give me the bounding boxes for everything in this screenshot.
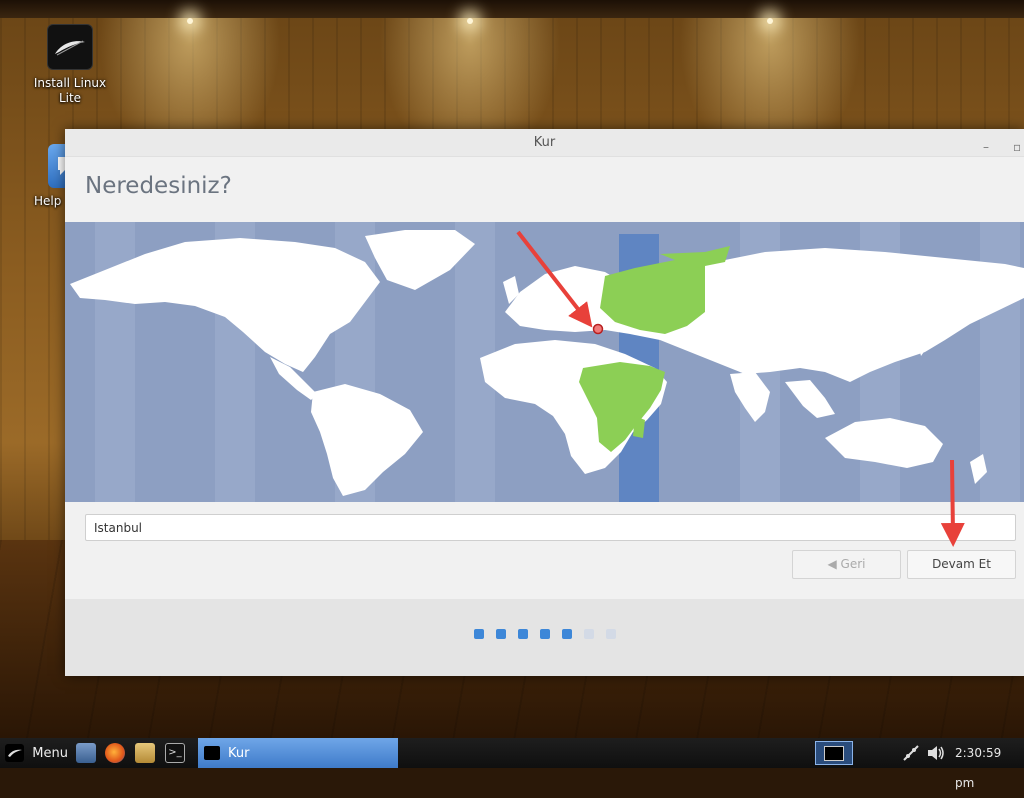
file-manager-icon[interactable]	[76, 743, 96, 763]
feather-logo-icon	[47, 24, 93, 70]
taskbar: Menu >_ Kur 2:30:59 pm	[0, 738, 1024, 790]
volume-icon[interactable]	[926, 744, 946, 762]
minimize-icon[interactable]: –	[983, 134, 989, 161]
window-titlebar[interactable]: Kur – ▫	[65, 129, 1024, 157]
ceiling-light	[187, 18, 193, 24]
desktop-icon-label: Install Linux Lite	[33, 76, 107, 105]
location-field[interactable]	[85, 514, 1016, 541]
progress-dot-pending	[584, 629, 594, 639]
menu-button[interactable]: Menu	[0, 738, 68, 768]
ceiling-light	[467, 18, 473, 24]
progress-dot-complete	[518, 629, 528, 639]
network-icon[interactable]	[902, 744, 920, 762]
continue-button-label: Devam Et	[932, 557, 991, 571]
linux-lite-logo-icon	[5, 744, 25, 762]
home-folder-icon[interactable]	[135, 743, 155, 763]
progress-dot-complete	[562, 629, 572, 639]
workspace-window-icon	[824, 745, 844, 761]
terminal-icon[interactable]: >_	[165, 743, 185, 763]
taskbar-window-label: Kur	[228, 745, 250, 761]
progress-dot-complete	[496, 629, 506, 639]
firefox-icon[interactable]	[105, 743, 125, 763]
ceiling-light	[767, 18, 773, 24]
back-button[interactable]: ◀ Geri	[792, 550, 901, 579]
desktop-icon-install-linux-lite[interactable]: Install Linux Lite	[30, 24, 110, 106]
progress-dot-complete	[474, 629, 484, 639]
clock[interactable]: 2:30:59 pm	[955, 738, 1024, 798]
window-title: Kur	[533, 135, 556, 150]
taskbar-window-button[interactable]: Kur	[198, 738, 398, 768]
selected-city-marker	[592, 323, 604, 335]
location-input[interactable]	[86, 515, 1015, 540]
installer-window: Kur – ▫ Neredesiniz? Istanbul ◀ Geri Dev…	[65, 129, 1024, 676]
progress-dot-pending	[606, 629, 616, 639]
progress-footer	[65, 599, 1024, 676]
page-title: Neredesiniz?	[85, 173, 232, 199]
maximize-icon[interactable]: ▫	[1013, 134, 1021, 161]
workspace-switcher[interactable]	[815, 741, 853, 765]
installer-app-icon	[204, 746, 220, 760]
back-button-label: Geri	[840, 557, 866, 571]
timezone-world-map[interactable]	[65, 222, 1024, 502]
arrow-left-icon: ◀	[827, 557, 837, 571]
menu-label: Menu	[32, 745, 68, 761]
continue-button[interactable]: Devam Et	[907, 550, 1016, 579]
wallpaper-ceiling	[0, 0, 1024, 18]
progress-dot-complete	[540, 629, 550, 639]
